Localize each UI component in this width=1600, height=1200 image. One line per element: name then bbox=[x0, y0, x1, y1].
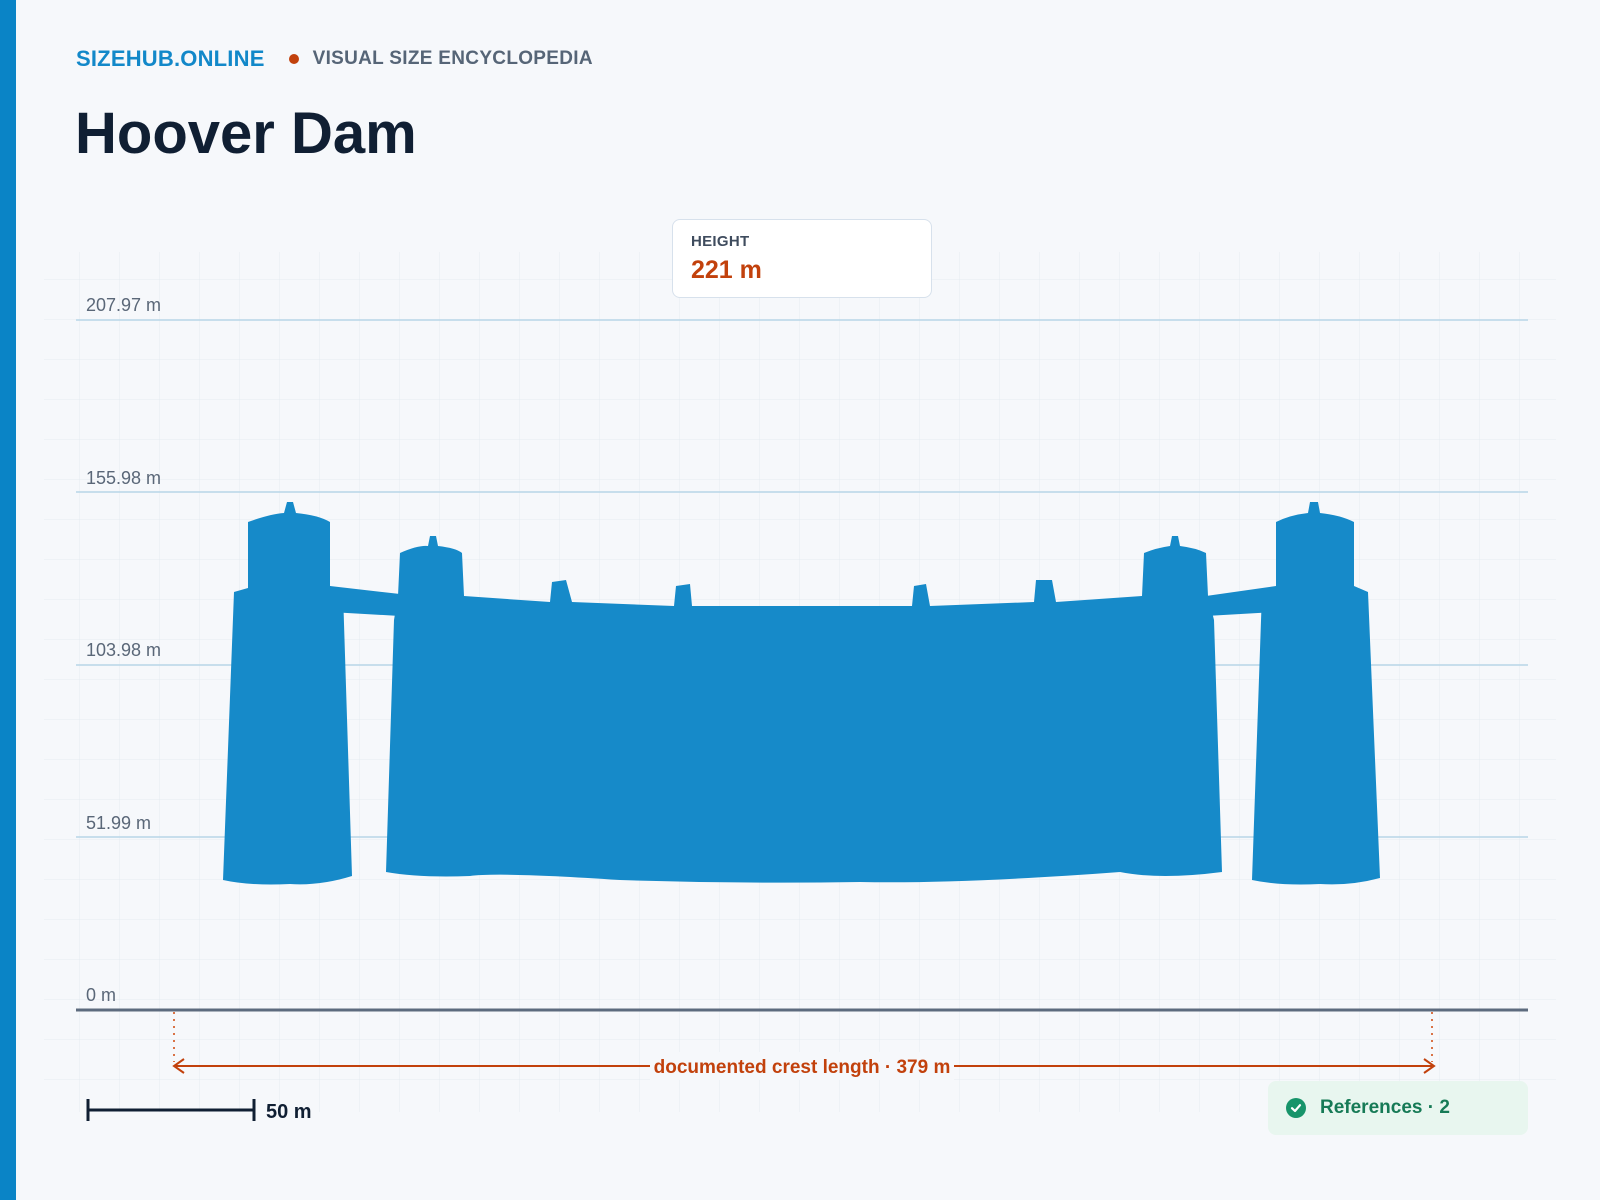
scale-bar-label: 50 m bbox=[266, 1101, 312, 1123]
height-label: HEIGHT bbox=[691, 233, 750, 250]
gridline-label: 155.98 m bbox=[86, 468, 161, 488]
gridline-label: 51.99 m bbox=[86, 813, 151, 833]
references-label: References · 2 bbox=[1320, 1097, 1450, 1118]
gridline-label: 0 m bbox=[86, 985, 116, 1005]
height-card: HEIGHT 221 m bbox=[672, 219, 932, 298]
references-button[interactable]: References · 2 bbox=[1268, 1081, 1528, 1135]
gridline-label: 207.97 m bbox=[86, 295, 161, 315]
size-diagram: 207.97 m 155.98 m 103.98 m 51.99 m 0 m d… bbox=[44, 252, 1556, 1123]
crest-length-label: documented crest length · 379 m bbox=[654, 1057, 951, 1078]
height-value: 221 m bbox=[691, 256, 762, 284]
check-circle-icon bbox=[1286, 1098, 1306, 1118]
gridline-label: 103.98 m bbox=[86, 640, 161, 660]
